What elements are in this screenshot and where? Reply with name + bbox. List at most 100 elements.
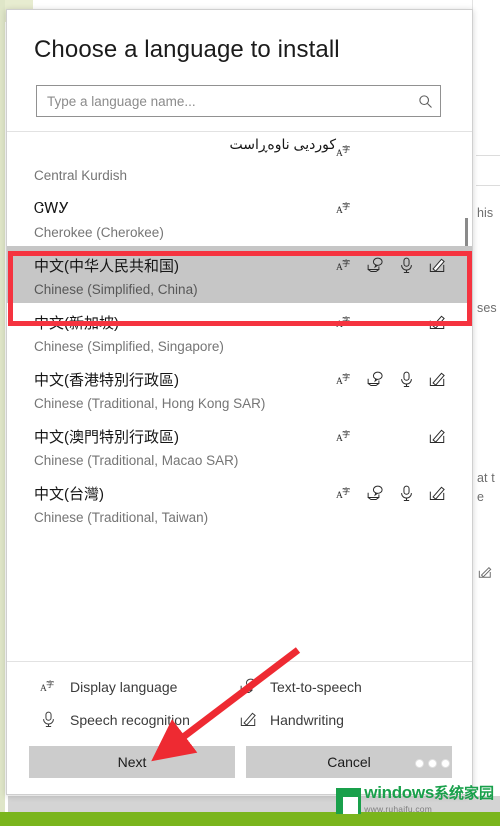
speech-recognition-icon: [398, 257, 415, 274]
background-text-fragment: his: [477, 206, 494, 220]
language-list-item[interactable]: ᏣᎳᎩ A 字 Cherokee (Cherokee): [7, 189, 472, 246]
background-text-fragment: e: [477, 490, 485, 504]
language-list-item[interactable]: کوردیی ناوەڕاست A 字 Central Kurdish: [7, 132, 472, 189]
text-to-speech-icon: [367, 485, 384, 502]
feature-icon-placeholder: [429, 200, 446, 217]
language-english-name: Chinese (Traditional, Macao SAR): [34, 453, 239, 468]
display-language-icon: A字: [336, 257, 353, 274]
language-feature-icons: A字: [336, 257, 446, 274]
language-native-name: 中文(新加坡): [34, 314, 119, 332]
watermark-logo-icon: [336, 788, 362, 814]
svg-text:字: 字: [342, 257, 350, 267]
svg-text:字: 字: [342, 143, 350, 153]
handwriting-icon: [429, 485, 446, 502]
feature-icon-placeholder: [367, 200, 384, 217]
language-list-item[interactable]: 中文(香港特別行政區) A 字 Chinese (Traditional, Hong …: [7, 360, 472, 417]
language-native-name: 中文(香港特別行政區): [34, 371, 179, 389]
handwriting-icon: [240, 711, 257, 728]
feature-icon-placeholder: [398, 314, 415, 331]
feature-icon-placeholder: [398, 143, 415, 160]
search-icon[interactable]: [410, 94, 440, 109]
background-green-bar: [0, 812, 500, 826]
language-feature-icons: A字: [336, 314, 446, 331]
language-feature-icons: A字: [336, 485, 446, 502]
display-language-icon: A字: [336, 314, 353, 331]
display-language-icon: A字: [40, 678, 57, 695]
background-settings-panel: [472, 0, 500, 812]
watermark-brand-cn: 系统家园: [433, 784, 494, 802]
display-language-icon: A字: [336, 371, 353, 388]
language-english-name: Chinese (Simplified, China): [34, 282, 198, 297]
watermark-url: www.ruhaifu.com: [364, 803, 433, 814]
legend-item-display-language: A字 Display language: [7, 678, 207, 695]
feature-icon-placeholder: [367, 314, 384, 331]
dialog-title: Choose a language to install: [34, 36, 340, 63]
svg-text:字: 字: [342, 371, 350, 381]
text-to-speech-icon: [367, 371, 384, 388]
speech-recognition-icon: [398, 485, 415, 502]
language-feature-icons: A字: [336, 371, 446, 388]
display-language-icon: A字: [336, 428, 353, 445]
language-english-name: Cherokee (Cherokee): [34, 225, 164, 240]
text-to-speech-icon: [367, 257, 384, 274]
language-search-box[interactable]: [36, 85, 441, 117]
legend-label: Speech recognition: [70, 711, 190, 728]
language-list-item[interactable]: 中文(台灣) A 字 Chinese (Traditional, Taiwan): [7, 474, 472, 531]
svg-text:字: 字: [342, 485, 350, 495]
feature-icon-placeholder: [367, 428, 384, 445]
display-language-icon: A字: [336, 485, 353, 502]
language-native-name: ᏣᎳᎩ: [34, 199, 70, 217]
handwriting-icon: [429, 257, 446, 274]
handwriting-icon: [429, 314, 446, 331]
speech-recognition-icon: [40, 711, 57, 728]
language-native-name: کوردیی ناوەڕاست: [229, 135, 336, 152]
language-list-item[interactable]: 中文(澳門特別行政區) A 字 Chinese (Traditional, Macao…: [7, 417, 472, 474]
svg-text:字: 字: [342, 428, 350, 438]
text-to-speech-icon: [240, 678, 257, 695]
speech-recognition-icon: [398, 371, 415, 388]
language-feature-icons: A字: [336, 428, 446, 445]
display-language-icon: A字: [336, 200, 353, 217]
svg-text:字: 字: [46, 679, 54, 689]
watermark-brand: windows: [364, 782, 434, 802]
language-english-name: Central Kurdish: [34, 168, 128, 183]
feature-icon-placeholder: [398, 200, 415, 217]
handwriting-icon: [478, 565, 492, 582]
svg-text:字: 字: [342, 200, 350, 210]
language-list-item[interactable]: 中文(新加坡) A 字 Chinese (Simplified, Singapore): [7, 303, 472, 360]
handwriting-icon: [429, 428, 446, 445]
handwriting-icon: [429, 371, 446, 388]
language-english-name: Chinese (Traditional, Hong Kong SAR): [34, 396, 266, 411]
display-language-icon: A字: [336, 143, 353, 160]
legend-item-text-to-speech: Text-to-speech: [207, 678, 472, 695]
legend-label: Text-to-speech: [270, 678, 362, 695]
legend-item-handwriting: Handwriting: [207, 711, 472, 728]
feature-legend: A字 Display language Text-to-speech Speec…: [7, 661, 472, 738]
language-feature-icons: A字: [336, 143, 446, 160]
legend-label: Display language: [70, 678, 178, 695]
language-native-name: 中文(台灣): [34, 485, 104, 503]
background-text-fragment: ses: [477, 301, 497, 315]
language-english-name: Chinese (Simplified, Singapore): [34, 339, 224, 354]
language-native-name: 中文(澳門特別行政區): [34, 428, 179, 446]
site-watermark: windows系统家园 www.ruhaifu.com: [336, 782, 494, 814]
next-button[interactable]: Next: [29, 746, 235, 778]
language-native-name: 中文(中华人民共和国): [34, 257, 179, 275]
svg-text:字: 字: [342, 314, 350, 324]
choose-language-dialog: Choose a language to install کوردیی ناوە…: [6, 9, 473, 795]
feature-icon-placeholder: [429, 143, 446, 160]
background-divider: [476, 155, 500, 156]
background-text-fragment: at t: [477, 471, 495, 485]
feature-icon-placeholder: [367, 143, 384, 160]
language-english-name: Chinese (Traditional, Taiwan): [34, 510, 209, 525]
background-olive-left-edge: [0, 0, 5, 812]
legend-item-speech-recognition: Speech recognition: [7, 711, 207, 728]
legend-label: Handwriting: [270, 711, 344, 728]
feature-icon-placeholder: [398, 428, 415, 445]
loading-dots: [415, 759, 450, 768]
language-feature-icons: A字: [336, 200, 446, 217]
search-input[interactable]: [37, 93, 410, 109]
background-divider: [476, 185, 500, 186]
language-list[interactable]: کوردیی ناوەڕاست A 字 Central Kurdish ᏣᎳᎩ A 字 Che…: [7, 132, 472, 661]
language-list-item[interactable]: 中文(中华人民共和国) A 字 Chinese (Simplified, China): [7, 246, 472, 303]
